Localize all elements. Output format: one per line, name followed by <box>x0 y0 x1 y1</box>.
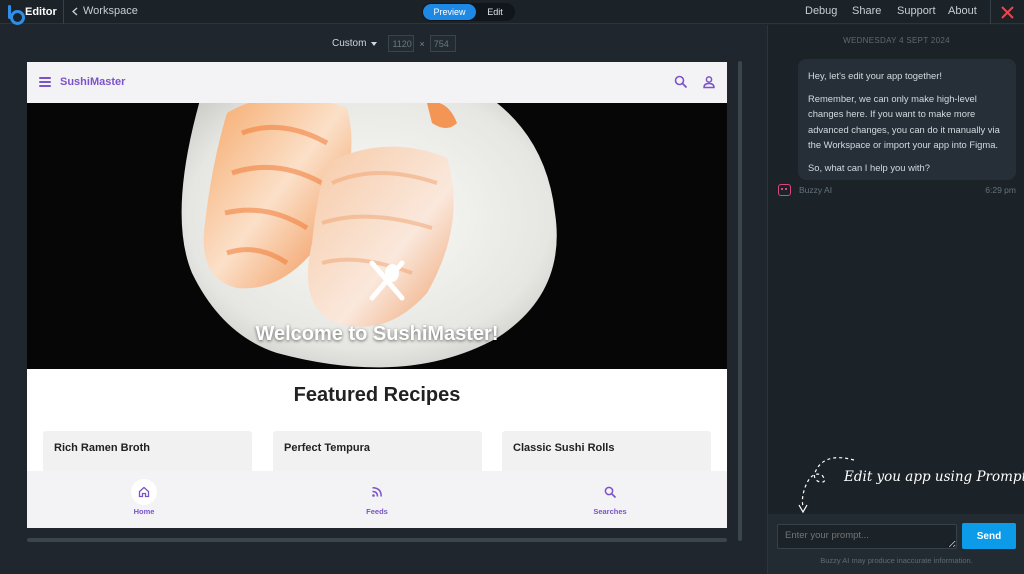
prompt-bar: Send Buzzy AI may produce inaccurate inf… <box>768 514 1024 574</box>
brand-label: Editor <box>25 6 57 18</box>
close-button[interactable] <box>990 0 1024 24</box>
rss-icon <box>364 479 390 505</box>
preview-tab[interactable]: Preview <box>423 4 476 20</box>
menu-share[interactable]: Share <box>852 5 897 17</box>
app-preview: SushiMaster Welcome to SushiMaster! Feat… <box>27 62 727 528</box>
account-icon[interactable] <box>702 75 716 89</box>
menu-debug[interactable]: Debug <box>805 5 852 17</box>
hamburger-menu-icon[interactable] <box>39 77 51 87</box>
assistant-message: Hey, let's edit your app together! Remem… <box>798 59 1016 180</box>
horizontal-scrollbar[interactable] <box>27 538 727 542</box>
size-preset-select[interactable]: Custom <box>332 38 378 49</box>
ai-chat-panel: WEDNESDAY 4 SEPT 2024 Hey, let's edit yo… <box>767 25 1024 574</box>
recipe-title: Rich Ramen Broth <box>54 442 150 454</box>
chevron-left-icon <box>72 6 78 16</box>
bot-name: Buzzy AI <box>799 185 833 195</box>
vertical-scrollbar[interactable] <box>738 61 742 541</box>
home-icon <box>131 479 157 505</box>
times-symbol: × <box>419 38 425 49</box>
hero-banner: Welcome to SushiMaster! <box>27 103 727 369</box>
menu-support[interactable]: Support <box>897 5 948 17</box>
recipe-title: Classic Sushi Rolls <box>513 442 615 454</box>
size-controls: Custom 1120 × 754 <box>332 35 456 52</box>
bot-icon <box>778 184 791 196</box>
featured-recipes-heading: Featured Recipes <box>293 384 461 406</box>
message-line: So, what can I help you with? <box>808 161 930 173</box>
ai-disclaimer: Buzzy AI may produce inaccurate informat… <box>820 556 973 565</box>
nav-searches[interactable]: Searches <box>560 471 660 528</box>
nav-home-label: Home <box>133 507 155 516</box>
canvas-area: Custom 1120 × 754 SushiMaster Welcome to… <box>0 25 767 574</box>
bottom-navigation: Home Feeds Searches <box>27 471 727 528</box>
app-bar: SushiMaster <box>27 62 727 103</box>
send-button[interactable]: Send <box>962 523 1016 549</box>
size-preset-label: Custom <box>332 38 367 49</box>
mode-toggle: Preview Edit <box>422 3 515 21</box>
chat-date: WEDNESDAY 4 SEPT 2024 <box>843 36 950 45</box>
menu-about[interactable]: About <box>948 5 988 17</box>
prompt-input[interactable] <box>777 524 957 549</box>
edit-tab[interactable]: Edit <box>476 4 514 20</box>
buzzy-logo-icon <box>8 5 25 25</box>
hero-title: Welcome to SushiMaster! <box>255 323 499 345</box>
message-line: Remember, we can only make high-level ch… <box>808 92 1000 151</box>
top-bar: Editor Workspace Preview Edit Debug Shar… <box>0 0 1024 25</box>
top-menu: Debug Share Support About <box>805 5 988 17</box>
nav-home[interactable]: Home <box>94 471 194 528</box>
divider <box>63 0 64 24</box>
width-input[interactable]: 1120 <box>388 35 415 52</box>
search-icon[interactable] <box>674 75 688 89</box>
caret-down-icon <box>371 41 378 46</box>
nav-feeds[interactable]: Feeds <box>327 471 427 528</box>
prompt-hint: Edit you app using Prompt <box>798 455 1024 515</box>
brand[interactable]: Editor <box>8 4 57 25</box>
app-title: SushiMaster <box>60 76 126 88</box>
workspace-back-link[interactable]: Workspace <box>72 5 138 17</box>
height-input[interactable]: 754 <box>429 35 456 52</box>
nav-searches-label: Searches <box>593 507 627 516</box>
message-time: 6:29 pm <box>985 185 1016 195</box>
dashed-arrow-icon <box>798 457 855 514</box>
workspace-label: Workspace <box>83 5 138 17</box>
prompt-hint-text: Edit you app using Prompt <box>844 469 1024 485</box>
recipe-title: Perfect Tempura <box>284 442 370 454</box>
close-icon <box>1001 5 1014 19</box>
message-meta: Buzzy AI 6:29 pm <box>778 184 1016 198</box>
search-icon <box>597 479 623 505</box>
message-line: Hey, let's edit your app together! <box>808 70 942 81</box>
nav-feeds-label: Feeds <box>366 507 388 516</box>
